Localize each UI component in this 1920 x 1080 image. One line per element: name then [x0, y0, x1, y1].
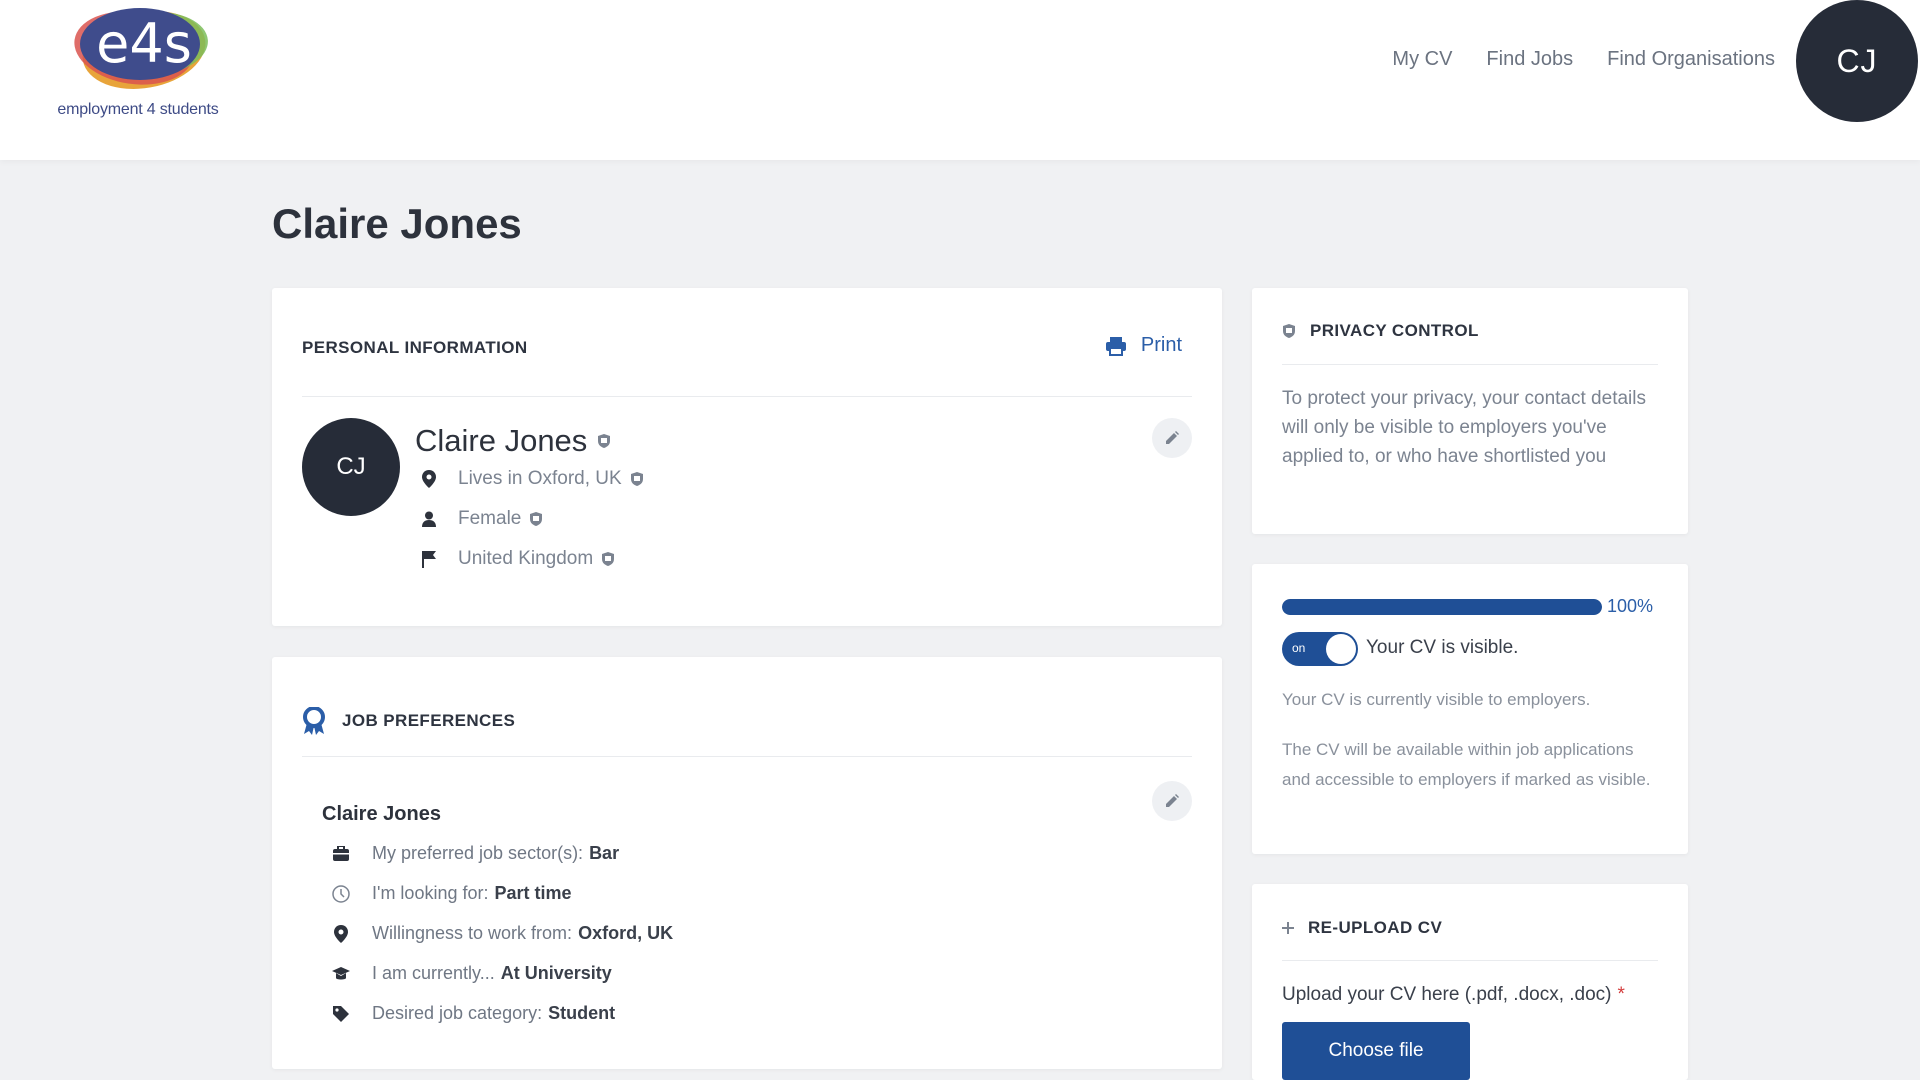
privacy-text: To protect your privacy, your contact de… — [1282, 388, 1646, 467]
job-preferences-heading: JOB PREFERENCES — [342, 711, 516, 730]
looking-for-label: I'm looking for: — [372, 883, 489, 903]
cv-progress-label: 100% — [1607, 596, 1654, 616]
print-label: Print — [1140, 334, 1182, 356]
currently-value: At University — [500, 963, 612, 983]
plus-icon — [1282, 922, 1294, 934]
job-sector-row: My preferred job sector(s): Bar — [330, 843, 619, 864]
cv-visibility-card: 100% on Your CV is visible. Your CV is c… — [1252, 564, 1688, 854]
job-preferences-card: JOB PREFERENCES Claire Jones My preferre… — [272, 657, 1222, 1069]
country-text: United Kingdom — [458, 548, 594, 569]
choose-file-button[interactable]: Choose file — [1282, 1022, 1470, 1080]
user-icon — [418, 511, 440, 527]
required-asterisk: * — [1617, 984, 1625, 1005]
profile-name: Claire Jones — [415, 423, 588, 458]
work-from-row: Willingness to work from: Oxford, UK — [330, 923, 673, 944]
reupload-cv-card: RE-UPLOAD CV Upload your CV here (.pdf, … — [1252, 884, 1688, 1080]
user-avatar[interactable]: CJ — [1796, 0, 1918, 122]
reupload-heading: RE-UPLOAD CV — [1308, 918, 1443, 937]
briefcase-icon — [330, 845, 352, 862]
nav-find-organisations[interactable]: Find Organisations — [1607, 48, 1775, 71]
looking-for-row: I'm looking for: Part time — [330, 883, 572, 904]
pencil-icon — [1164, 430, 1180, 446]
privacy-control-card: PRIVACY CONTROL To protect your privacy,… — [1252, 288, 1688, 534]
private-shield-icon — [597, 433, 611, 449]
upload-label-text: Upload your CV here (.pdf, .docx, .doc) — [1282, 984, 1612, 1005]
map-pin-icon — [330, 924, 352, 943]
cv-visibility-toggle[interactable]: on — [1282, 632, 1358, 666]
clock-icon — [330, 884, 352, 903]
divider — [1282, 364, 1658, 365]
currently-label: I am currently... — [372, 963, 495, 983]
tag-icon — [330, 1005, 352, 1023]
top-header: e4s employment 4 students My CV Find Job… — [0, 0, 1920, 160]
pencil-icon — [1164, 793, 1180, 809]
nav-find-jobs[interactable]: Find Jobs — [1486, 48, 1573, 71]
personal-information-card: PERSONAL INFORMATION Print CJ Claire Jon… — [272, 288, 1222, 626]
location-text: Lives in Oxford, UK — [458, 468, 622, 489]
private-shield-icon — [601, 551, 615, 567]
privacy-heading: PRIVACY CONTROL — [1310, 321, 1479, 340]
country-row: United Kingdom — [418, 548, 615, 570]
logo-tagline: employment 4 students — [57, 101, 219, 118]
divider — [1282, 960, 1658, 961]
toggle-knob — [1326, 634, 1356, 664]
gender-row: Female — [418, 508, 543, 530]
nav-my-cv[interactable]: My CV — [1392, 48, 1452, 71]
personal-information-heading: PERSONAL INFORMATION — [302, 338, 528, 357]
print-button[interactable]: Print — [1105, 334, 1182, 357]
cv-visibility-status: Your CV is currently visible to employer… — [1282, 690, 1591, 709]
job-preferences-name: Claire Jones — [322, 803, 441, 825]
printer-icon — [1105, 336, 1127, 356]
job-category-value: Student — [548, 1003, 616, 1023]
job-category-row: Desired job category: Student — [330, 1003, 615, 1024]
shield-icon — [1282, 323, 1296, 339]
edit-job-preferences-button[interactable] — [1152, 781, 1192, 821]
work-from-value: Oxford, UK — [578, 923, 674, 943]
edit-personal-info-button[interactable] — [1152, 418, 1192, 458]
map-pin-icon — [418, 470, 440, 488]
cv-progress-fill — [1282, 599, 1602, 615]
upload-label: Upload your CV here (.pdf, .docx, .doc) * — [1282, 984, 1625, 1006]
divider — [302, 756, 1192, 757]
flag-icon — [418, 550, 440, 568]
private-shield-icon — [529, 511, 543, 527]
main-nav: My CV Find Jobs Find Organisations — [1392, 48, 1775, 71]
location-row: Lives in Oxford, UK — [418, 468, 644, 490]
job-category-label: Desired job category: — [372, 1003, 543, 1023]
cv-visible-title: Your CV is visible. — [1366, 637, 1519, 658]
gender-text: Female — [458, 508, 522, 529]
toggle-on-label: on — [1292, 641, 1306, 655]
work-from-label: Willingness to work from: — [372, 923, 573, 943]
privacy-heading-row: PRIVACY CONTROL — [1282, 321, 1479, 341]
e4s-logo[interactable]: e4s employment 4 students — [48, 0, 228, 125]
reupload-heading-row: RE-UPLOAD CV — [1282, 918, 1442, 938]
job-sector-value: Bar — [589, 843, 620, 863]
private-shield-icon — [630, 471, 644, 487]
cv-visibility-info: The CV will be available within job appl… — [1282, 740, 1651, 789]
page-title: Claire Jones — [272, 200, 522, 247]
profile-name-row: Claire Jones — [415, 423, 611, 459]
award-ribbon-icon — [302, 707, 326, 735]
divider — [302, 396, 1192, 397]
looking-for-value: Part time — [494, 883, 572, 903]
graduation-cap-icon — [330, 966, 352, 982]
currently-row: I am currently... At University — [330, 963, 612, 984]
cv-progress-bar — [1282, 599, 1602, 615]
job-sector-label: My preferred job sector(s): — [372, 843, 584, 863]
profile-avatar: CJ — [302, 418, 400, 516]
logo-text: e4s — [96, 12, 192, 75]
